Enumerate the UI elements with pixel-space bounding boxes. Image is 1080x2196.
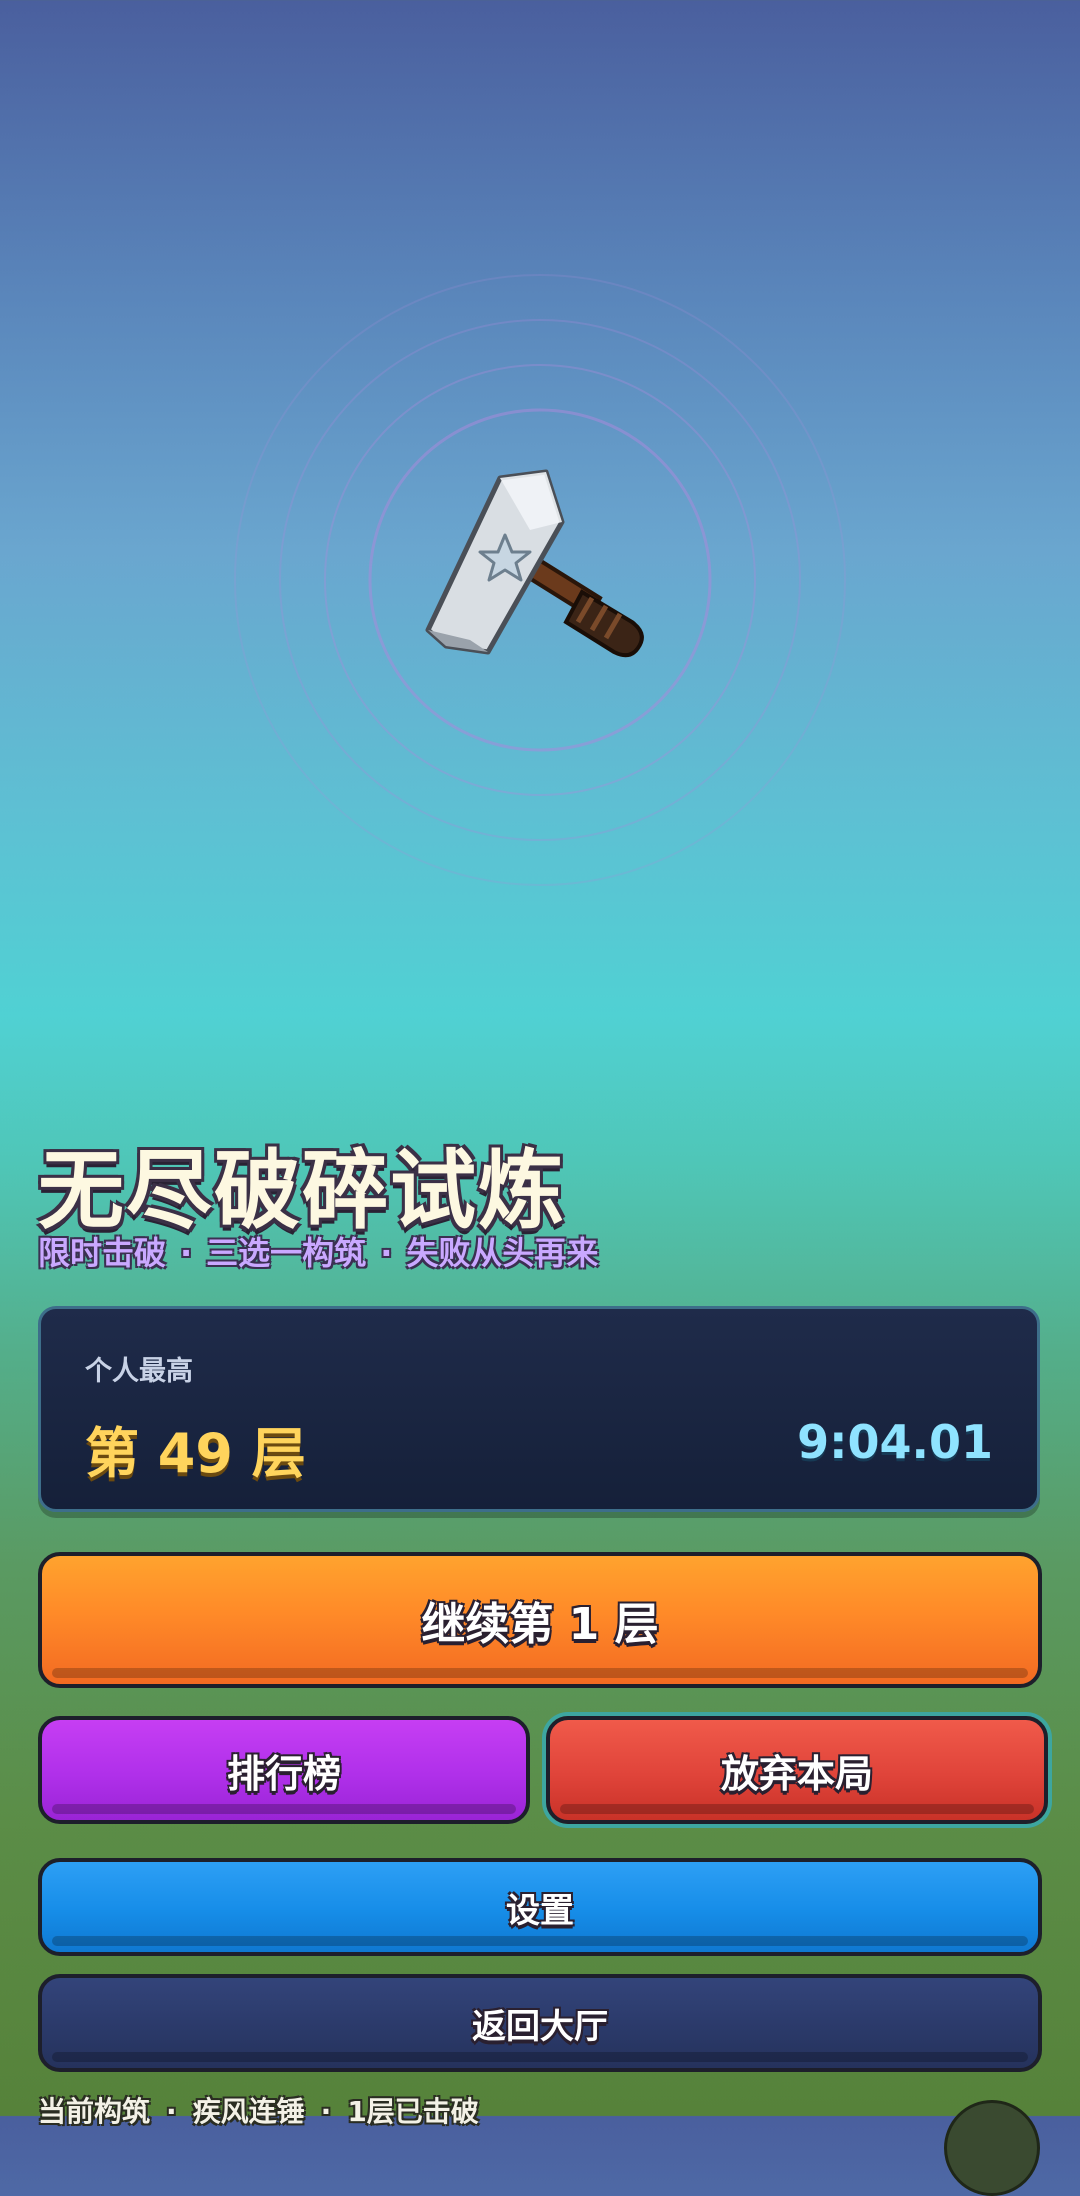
- status-part: 疾风连锤: [192, 2095, 305, 2128]
- leaderboard-button[interactable]: 排行榜: [38, 1716, 530, 1824]
- corner-toggle-button[interactable]: [944, 2100, 1040, 2196]
- status-part: 当前构筑: [38, 2095, 151, 2128]
- abandon-button-label: 放弃本局: [720, 1751, 873, 1796]
- hammer-icon: [425, 469, 644, 658]
- settings-button-label: 设置: [506, 1890, 574, 1931]
- abandon-button[interactable]: 放弃本局: [546, 1716, 1048, 1824]
- return-lobby-button[interactable]: 返回大厅: [38, 1974, 1042, 2072]
- build-status: 当前构筑 · 疾风连锤 · 1层已击破: [38, 2090, 479, 2130]
- best-record-time: 9:04.01: [797, 1415, 993, 1469]
- status-separator: ·: [166, 2095, 177, 2128]
- return-lobby-button-label: 返回大厅: [472, 2006, 608, 2047]
- best-record-card: 个人最高 第 49 层 9:04.01: [38, 1306, 1040, 1512]
- subtitle-part: 限时击破: [38, 1234, 167, 1272]
- subtitle-part: 失败从头再来: [406, 1234, 599, 1272]
- game-title: 无尽破碎试炼: [38, 1141, 566, 1241]
- leaderboard-button-label: 排行榜: [226, 1751, 341, 1796]
- continue-button[interactable]: 继续第 1 层: [38, 1552, 1042, 1688]
- settings-button[interactable]: 设置: [38, 1858, 1042, 1956]
- subtitle-separator: ·: [380, 1234, 393, 1272]
- game-subtitle: 限时击破 · 三选一构筑 · 失败从头再来: [38, 1228, 598, 1274]
- hero-display: [0, 0, 1080, 1080]
- status-part: 1层已击破: [347, 2095, 479, 2128]
- best-record-label: 个人最高: [85, 1356, 193, 1387]
- subtitle-separator: ·: [180, 1234, 193, 1272]
- best-record-floor: 第 49 层: [85, 1422, 306, 1485]
- continue-button-label: 继续第 1 层: [421, 1599, 659, 1650]
- status-separator: ·: [320, 2095, 332, 2128]
- subtitle-part: 三选一构筑: [206, 1234, 367, 1272]
